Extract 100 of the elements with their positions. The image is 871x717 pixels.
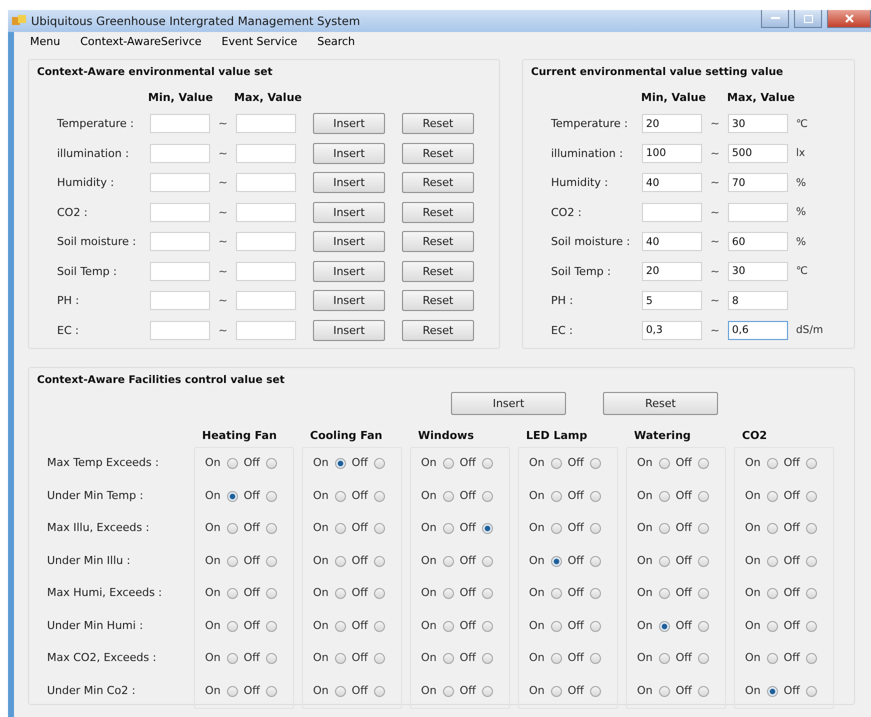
off-radio[interactable] (590, 490, 601, 502)
max-field[interactable] (236, 144, 296, 163)
minimize-button[interactable] (761, 10, 789, 28)
off-radio[interactable] (698, 588, 709, 599)
min-field[interactable] (150, 320, 210, 340)
max-field[interactable]: 70 (728, 173, 788, 192)
max-field[interactable] (236, 173, 296, 192)
on-radio[interactable] (766, 620, 778, 632)
on-radio[interactable] (766, 458, 778, 469)
on-radio[interactable] (442, 458, 454, 469)
min-field[interactable] (150, 144, 210, 163)
on-radio[interactable] (226, 523, 238, 534)
insert-button[interactable]: Insert (313, 113, 385, 134)
off-radio[interactable] (590, 653, 601, 664)
on-radio[interactable] (658, 458, 670, 469)
max-field[interactable]: 0,6 (728, 320, 788, 340)
on-radio[interactable] (550, 588, 562, 599)
min-field[interactable]: 5 (642, 291, 702, 310)
off-radio[interactable] (590, 686, 601, 696)
off-radio[interactable] (482, 490, 493, 502)
on-radio[interactable] (334, 458, 346, 469)
off-radio[interactable] (266, 556, 277, 566)
on-radio[interactable] (442, 490, 454, 502)
on-radio[interactable] (334, 490, 346, 502)
on-radio[interactable] (550, 653, 562, 664)
max-field[interactable] (728, 202, 788, 222)
min-field[interactable] (150, 173, 210, 192)
off-radio[interactable] (482, 653, 493, 664)
min-field[interactable]: 0,3 (642, 320, 702, 340)
on-radio[interactable] (226, 490, 238, 502)
on-radio[interactable] (550, 458, 562, 469)
off-radio[interactable] (590, 588, 601, 599)
on-radio[interactable] (766, 686, 778, 696)
off-radio[interactable] (806, 556, 817, 566)
off-radio[interactable] (266, 588, 277, 599)
off-radio[interactable] (590, 620, 601, 632)
on-radio[interactable] (442, 523, 454, 534)
off-radio[interactable] (266, 653, 277, 664)
max-field[interactable] (236, 114, 296, 134)
min-field[interactable]: 20 (642, 262, 702, 281)
maximize-button[interactable] (794, 10, 822, 28)
off-radio[interactable] (374, 490, 385, 502)
off-radio[interactable] (374, 588, 385, 599)
insert-button[interactable]: Insert (313, 142, 385, 164)
off-radio[interactable] (698, 458, 709, 469)
min-field[interactable] (150, 202, 210, 222)
off-radio[interactable] (698, 490, 709, 502)
on-radio[interactable] (766, 523, 778, 534)
reset-button[interactable]: Reset (603, 392, 718, 415)
off-radio[interactable] (590, 458, 601, 469)
on-radio[interactable] (658, 523, 670, 534)
menu-item[interactable]: Menu (30, 35, 60, 53)
on-radio[interactable] (550, 686, 562, 696)
on-radio[interactable] (334, 686, 346, 696)
off-radio[interactable] (374, 523, 385, 534)
off-radio[interactable] (266, 620, 277, 632)
max-field[interactable] (236, 232, 296, 252)
insert-button[interactable]: Insert (313, 231, 385, 252)
insert-button[interactable]: Insert (313, 202, 385, 223)
on-radio[interactable] (550, 620, 562, 632)
reset-button[interactable]: Reset (402, 202, 474, 223)
off-radio[interactable] (806, 686, 817, 696)
on-radio[interactable] (226, 588, 238, 599)
on-radio[interactable] (550, 523, 562, 534)
reset-button[interactable]: Reset (402, 172, 474, 194)
off-radio[interactable] (482, 556, 493, 566)
off-radio[interactable] (266, 523, 277, 534)
on-radio[interactable] (766, 490, 778, 502)
on-radio[interactable] (226, 458, 238, 469)
reset-button[interactable]: Reset (402, 290, 474, 312)
on-radio[interactable] (442, 686, 454, 696)
reset-button[interactable]: Reset (402, 260, 474, 282)
menu-item[interactable]: Search (317, 35, 356, 53)
max-field[interactable] (236, 262, 296, 281)
insert-button[interactable]: Insert (451, 392, 566, 415)
off-radio[interactable] (374, 556, 385, 566)
on-radio[interactable] (442, 556, 454, 566)
off-radio[interactable] (698, 620, 709, 632)
reset-button[interactable]: Reset (402, 231, 474, 252)
off-radio[interactable] (806, 490, 817, 502)
off-radio[interactable] (374, 653, 385, 664)
min-field[interactable] (642, 202, 702, 222)
off-radio[interactable] (698, 556, 709, 566)
insert-button[interactable]: Insert (313, 290, 385, 312)
off-radio[interactable] (698, 686, 709, 696)
off-radio[interactable] (482, 686, 493, 696)
off-radio[interactable] (590, 523, 601, 534)
max-field[interactable]: 30 (728, 114, 788, 134)
off-radio[interactable] (806, 588, 817, 599)
max-field[interactable]: 500 (728, 144, 788, 163)
on-radio[interactable] (658, 686, 670, 696)
off-radio[interactable] (482, 523, 493, 534)
menu-item[interactable]: Event Service (222, 35, 298, 53)
max-field[interactable]: 60 (728, 232, 788, 252)
min-field[interactable] (150, 232, 210, 252)
on-radio[interactable] (334, 653, 346, 664)
off-radio[interactable] (374, 686, 385, 696)
max-field[interactable] (236, 291, 296, 310)
menu-item[interactable]: Context-AwareSerivce (80, 35, 202, 53)
min-field[interactable]: 40 (642, 232, 702, 252)
